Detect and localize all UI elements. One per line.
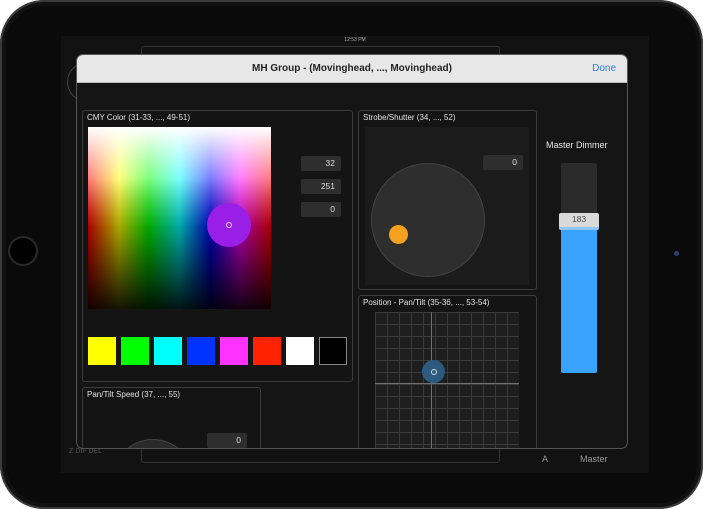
swatch-black[interactable] (319, 337, 347, 365)
strobe-control-area: 0 (365, 127, 529, 285)
color-picker-handle[interactable] (207, 203, 251, 247)
group-modal: MH Group - (Movinghead, ..., Movinghead)… (77, 55, 627, 448)
strobe-shutter-panel: Strobe/Shutter (34, ..., 52) 0 (358, 110, 537, 290)
strobe-shutter-title: Strobe/Shutter (34, ..., 52) (363, 113, 456, 122)
swatch-yellow[interactable] (88, 337, 116, 365)
modal-title: MH Group - (Movinghead, ..., Movinghead) (252, 63, 452, 74)
background-bottom-left-label: Z DIF DEL (69, 448, 103, 455)
background-tab-master[interactable]: Master (580, 454, 608, 464)
swatch-magenta[interactable] (220, 337, 248, 365)
status-bar-time: 12:53 PM (344, 37, 366, 43)
pan-tilt-speed-title: Pan/Tilt Speed (37, ..., 55) (87, 390, 181, 399)
color-picker-area[interactable] (88, 127, 271, 309)
strobe-wheel[interactable] (371, 163, 485, 277)
swatch-white[interactable] (286, 337, 314, 365)
master-dimmer-slider[interactable] (561, 163, 597, 373)
swatch-green[interactable] (121, 337, 149, 365)
pan-tilt-knob[interactable] (422, 360, 445, 383)
cmy-color-panel: CMY Color (31-33, ..., 49-51) 32 251 0 (82, 110, 353, 382)
cyan-value-field[interactable]: 32 (301, 156, 341, 171)
master-dimmer-fill (561, 221, 597, 373)
color-handle-dot (226, 222, 232, 228)
position-pan-tilt-title: Position - Pan/Tilt (35-36, ..., 53-54) (363, 298, 490, 307)
master-dimmer-label: Master Dimmer (546, 140, 608, 150)
pan-tilt-grid[interactable] (375, 312, 519, 448)
tilt-axis-line (375, 383, 519, 384)
camera-icon (674, 251, 679, 256)
home-button[interactable] (8, 236, 38, 266)
cmy-color-title: CMY Color (31-33, ..., 49-51) (87, 113, 191, 122)
modal-header: MH Group - (Movinghead, ..., Movinghead)… (77, 55, 627, 83)
master-dimmer-handle[interactable]: 183 (559, 212, 599, 230)
ipad-frame: 12:53 PM Z DIF DEL A Master MH Group - (… (0, 0, 703, 509)
position-pan-tilt-panel: Position - Pan/Tilt (35-36, ..., 53-54) (358, 295, 537, 448)
swatch-blue[interactable] (187, 337, 215, 365)
magenta-value-field[interactable]: 251 (301, 179, 341, 194)
done-button[interactable]: Done (592, 63, 616, 74)
pan-tilt-speed-panel: Pan/Tilt Speed (37, ..., 55) 0 (82, 387, 261, 448)
speed-value-field[interactable]: 0 (207, 433, 247, 448)
speed-wheel[interactable] (112, 439, 194, 448)
swatch-cyan[interactable] (154, 337, 182, 365)
strobe-value-field[interactable]: 0 (483, 155, 523, 170)
strobe-knob[interactable] (389, 225, 408, 244)
background-tab-a[interactable]: A (542, 454, 548, 464)
pan-tilt-knob-dot (430, 368, 437, 375)
yellow-value-field[interactable]: 0 (301, 202, 341, 217)
swatch-red[interactable] (253, 337, 281, 365)
